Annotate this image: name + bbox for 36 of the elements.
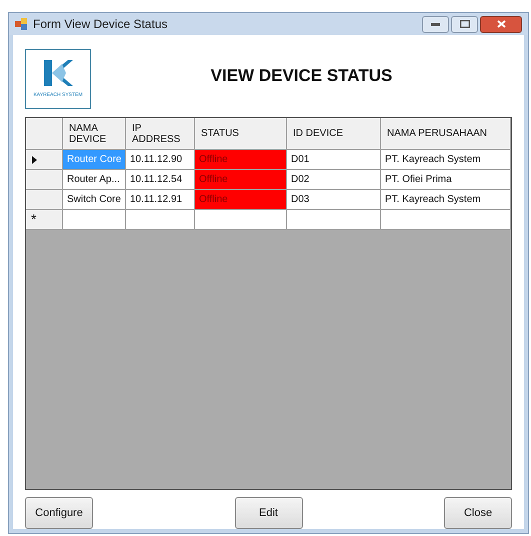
table-cell: 10.11.12.91 [126, 190, 195, 210]
status-cell: Offline [195, 170, 287, 190]
table-cell: Router Core [63, 150, 126, 170]
window-title: Form View Device Status [33, 16, 168, 33]
table-cell: 10.11.12.54 [126, 170, 195, 190]
form-button[interactable]: Configure [25, 497, 93, 529]
minimize-icon [431, 22, 440, 26]
app-icon [15, 18, 29, 30]
table-cell: PT. Kayreach System [381, 150, 511, 170]
form-heading: VIEW DEVICE STATUS [210, 66, 392, 85]
new-row-marker: * [26, 210, 63, 230]
minimize-button[interactable] [422, 16, 449, 32]
maximize-button[interactable] [451, 16, 478, 32]
close-icon [496, 20, 506, 28]
table-cell: D02 [287, 170, 381, 190]
column-header[interactable]: NAMA DEVICE [63, 118, 126, 150]
status-cell: Offline [195, 150, 287, 170]
table-cell: Router Ap... [63, 170, 126, 190]
table-cell: 10.11.12.90 [126, 150, 195, 170]
current-row-icon [32, 156, 37, 164]
form-button[interactable]: Edit [234, 497, 302, 529]
form-button[interactable]: Close [444, 497, 512, 529]
column-header[interactable]: ID DEVICE [287, 118, 381, 150]
column-header[interactable]: STATUS [195, 118, 287, 150]
close-button[interactable] [480, 16, 522, 32]
table-cell: D01 [287, 150, 381, 170]
column-header[interactable]: NAMA PERUSAHAAN [381, 118, 511, 150]
table-cell: PT. Ofiei Prima [381, 170, 511, 190]
table-cell: D03 [287, 190, 381, 210]
column-header[interactable]: IP ADDRESS [126, 118, 195, 150]
status-cell: Offline [195, 190, 287, 210]
row-header[interactable] [26, 150, 63, 170]
table-cell: PT. Kayreach System [381, 190, 511, 210]
table-cell: Switch Core [63, 190, 126, 210]
maximize-icon [460, 20, 470, 28]
logo-mark-icon [42, 58, 74, 88]
